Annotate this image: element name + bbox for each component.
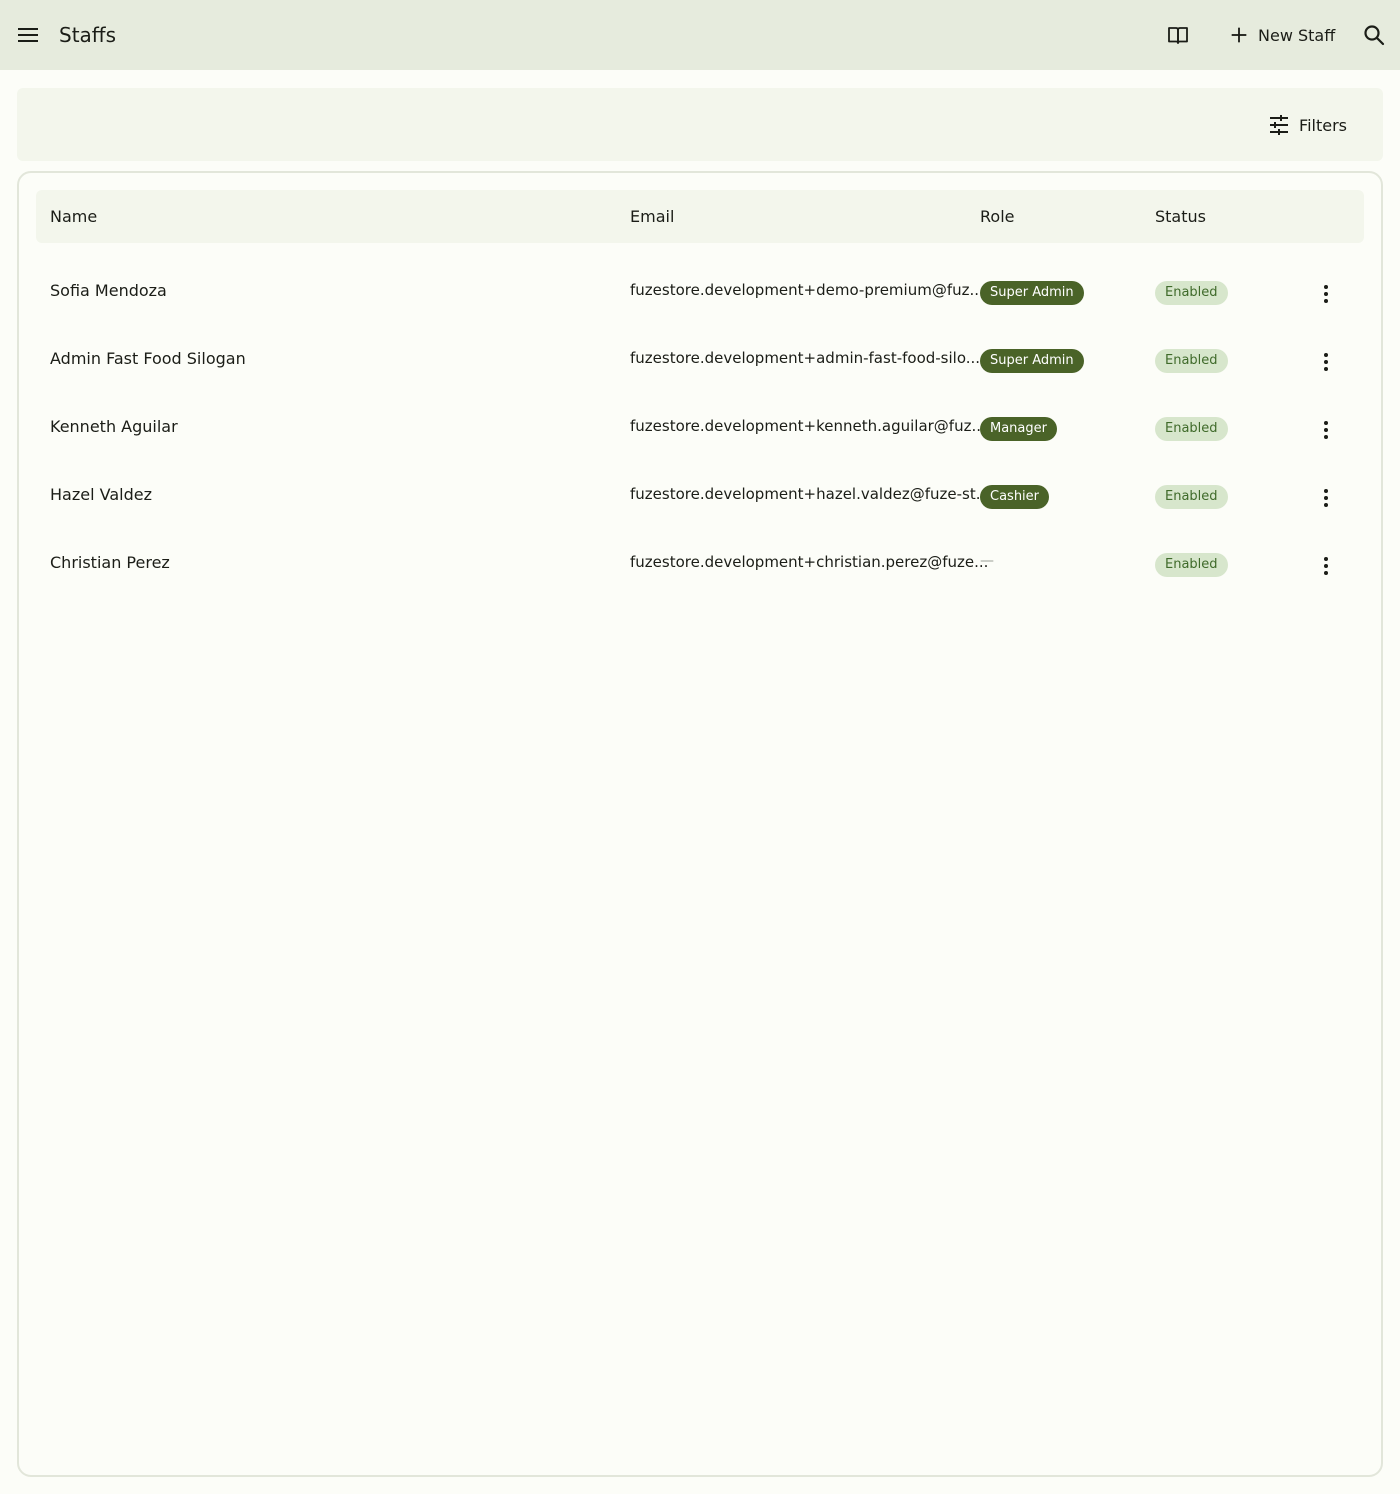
staff-email: fuzestore.development+kenneth.aguilar@fu… xyxy=(630,417,986,435)
more-vertical-icon xyxy=(1324,489,1328,507)
status-badge: Enabled xyxy=(1155,417,1228,441)
role-badge: Super Admin xyxy=(980,349,1084,373)
more-vertical-icon xyxy=(1324,421,1328,439)
more-vertical-icon xyxy=(1324,353,1328,371)
staff-name: Sofia Mendoza xyxy=(50,281,167,300)
role-badge: Manager xyxy=(980,417,1057,441)
status-badge: Enabled xyxy=(1155,553,1228,577)
plus-icon xyxy=(1231,27,1247,43)
table-row[interactable]: Sofia Mendoza fuzestore.development+demo… xyxy=(36,260,1364,328)
status-badge: Enabled xyxy=(1155,281,1228,305)
top-app-bar: Staffs New Staff xyxy=(0,0,1400,70)
staff-name: Kenneth Aguilar xyxy=(50,417,178,436)
more-vertical-icon xyxy=(1324,285,1328,303)
more-vertical-icon xyxy=(1324,557,1328,575)
menu-button[interactable] xyxy=(8,15,48,55)
guide-button[interactable] xyxy=(1158,15,1198,55)
staff-email: fuzestore.development+demo-premium@fuz..… xyxy=(630,281,984,299)
staff-name: Admin Fast Food Silogan xyxy=(50,349,246,368)
table-header: Name Email Role Status xyxy=(36,190,1364,243)
table-row[interactable]: Christian Perez fuzestore.development+ch… xyxy=(36,532,1364,600)
row-actions-button[interactable] xyxy=(1306,478,1346,518)
staff-table: Name Email Role Status Sofia Mendoza fuz… xyxy=(17,171,1383,1477)
row-actions-button[interactable] xyxy=(1306,410,1346,450)
column-header-name[interactable]: Name xyxy=(50,207,97,226)
role-badge: Cashier xyxy=(980,485,1050,509)
staff-name: Christian Perez xyxy=(50,553,170,572)
tune-icon xyxy=(1270,115,1289,135)
role-empty: — xyxy=(980,553,994,569)
filters-button[interactable]: Filters xyxy=(1267,108,1347,142)
staff-name: Hazel Valdez xyxy=(50,485,152,504)
row-actions-button[interactable] xyxy=(1306,546,1346,586)
status-badge: Enabled xyxy=(1155,349,1228,373)
book-open-icon xyxy=(1168,27,1188,44)
table-row[interactable]: Admin Fast Food Silogan fuzestore.develo… xyxy=(36,328,1364,396)
staff-email: fuzestore.development+admin-fast-food-si… xyxy=(630,349,981,367)
table-row[interactable]: Kenneth Aguilar fuzestore.development+ke… xyxy=(36,396,1364,464)
row-actions-button[interactable] xyxy=(1306,274,1346,314)
new-staff-label: New Staff xyxy=(1258,25,1336,45)
menu-icon xyxy=(18,28,38,42)
row-actions-button[interactable] xyxy=(1306,342,1346,382)
filters-label: Filters xyxy=(1299,115,1347,135)
staff-email: fuzestore.development+hazel.valdez@fuze-… xyxy=(630,485,991,503)
filter-bar: Filters xyxy=(17,88,1383,161)
table-row[interactable]: Hazel Valdez fuzestore.development+hazel… xyxy=(36,464,1364,532)
role-badge: Super Admin xyxy=(980,281,1084,305)
status-badge: Enabled xyxy=(1155,485,1228,509)
new-staff-button[interactable]: New Staff xyxy=(1222,17,1345,53)
column-header-role[interactable]: Role xyxy=(980,207,1014,226)
page-title: Staffs xyxy=(59,23,116,47)
staff-email: fuzestore.development+christian.perez@fu… xyxy=(630,553,989,571)
search-icon xyxy=(1364,25,1385,46)
search-button[interactable] xyxy=(1354,15,1394,55)
column-header-status[interactable]: Status xyxy=(1155,207,1206,226)
column-header-email[interactable]: Email xyxy=(630,207,674,226)
